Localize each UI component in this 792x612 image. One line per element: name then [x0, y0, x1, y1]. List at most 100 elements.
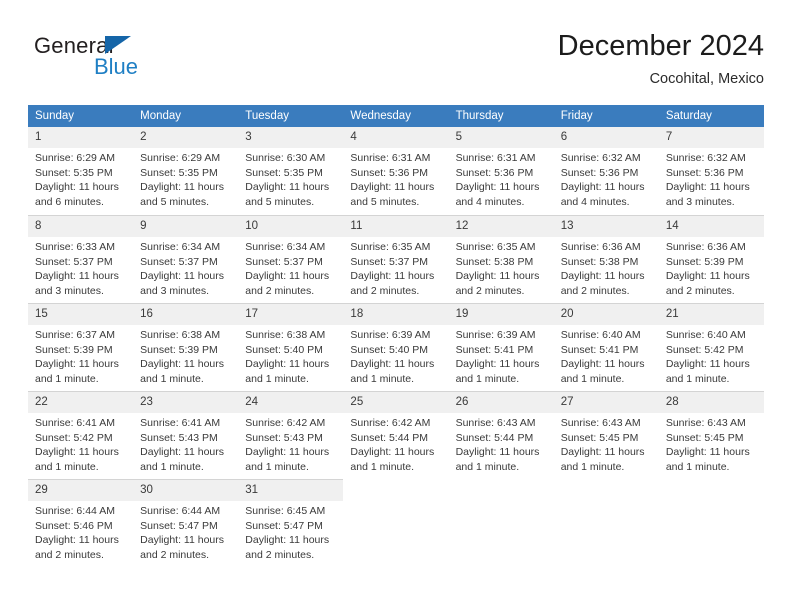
- weekday-header-thursday: Thursday: [448, 105, 554, 127]
- logo-triangle-icon: [105, 36, 131, 54]
- day-cell[interactable]: 20 Sunrise: 6:40 AM Sunset: 5:41 PM Dayligh…: [553, 303, 659, 391]
- day-number: 3: [238, 127, 344, 148]
- day-number: 14: [658, 216, 764, 237]
- day-sunset-text: Sunset: 5:39 PM: [140, 343, 218, 356]
- day-cell[interactable]: 27 Sunrise: 6:43 AM Sunset: 5:45 PM Dayligh…: [553, 391, 659, 479]
- calendar-cell[interactable]: 3 Sunrise: 6:30 AM Sunset: 5:35 PM Daylight…: [238, 127, 344, 215]
- day-cell[interactable]: 14 Sunrise: 6:36 AM Sunset: 5:39 PM Dayligh…: [658, 215, 764, 303]
- day-daylight2-text: and 1 minute.: [245, 372, 309, 385]
- calendar-cell[interactable]: 11 Sunrise: 6:35 AM Sunset: 5:37 PM Dayligh…: [343, 215, 449, 303]
- day-cell[interactable]: 19 Sunrise: 6:39 AM Sunset: 5:41 PM Dayligh…: [448, 303, 554, 391]
- calendar-cell[interactable]: 1 Sunrise: 6:29 AM Sunset: 5:35 PM Daylight…: [28, 127, 134, 215]
- day-cell[interactable]: 2 Sunrise: 6:29 AM Sunset: 5:35 PM Daylight…: [133, 127, 239, 215]
- day-sunset-text: Sunset: 5:35 PM: [245, 166, 323, 179]
- calendar-cell[interactable]: 16 Sunrise: 6:38 AM Sunset: 5:39 PM Dayligh…: [133, 303, 239, 391]
- day-daylight1-text: Daylight: 11 hours: [560, 446, 645, 459]
- day-sunrise-text: Sunrise: 6:38 AM: [140, 329, 221, 341]
- general-blue-logo[interactable]: General Blue: [34, 33, 214, 91]
- day-details: Sunrise: 6:30 AM Sunset: 5:35 PM Daylight:…: [238, 148, 343, 209]
- calendar-cell[interactable]: 31 Sunrise: 6:45 AM Sunset: 5:47 PM Dayligh…: [238, 479, 344, 567]
- day-cell[interactable]: 30 Sunrise: 6:44 AM Sunset: 5:47 PM Dayligh…: [133, 479, 239, 567]
- day-details: Sunrise: 6:44 AM Sunset: 5:46 PM Daylight:…: [28, 501, 133, 562]
- day-sunset-text: Sunset: 5:39 PM: [665, 255, 744, 268]
- calendar-cell[interactable]: 19 Sunrise: 6:39 AM Sunset: 5:41 PM Dayligh…: [448, 303, 554, 391]
- day-cell[interactable]: 17 Sunrise: 6:38 AM Sunset: 5:40 PM Dayligh…: [238, 303, 344, 391]
- calendar-cell[interactable]: 10 Sunrise: 6:34 AM Sunset: 5:37 PM Dayligh…: [238, 215, 344, 303]
- day-details: Sunrise: 6:41 AM Sunset: 5:42 PM Daylight:…: [28, 413, 133, 474]
- day-daylight2-text: and 1 minute.: [665, 372, 730, 385]
- day-cell[interactable]: 29 Sunrise: 6:44 AM Sunset: 5:46 PM Dayligh…: [28, 479, 134, 567]
- day-cell[interactable]: 9 Sunrise: 6:34 AM Sunset: 5:37 PM Daylight…: [133, 215, 239, 303]
- calendar-cell[interactable]: 15 Sunrise: 6:37 AM Sunset: 5:39 PM Dayligh…: [28, 303, 134, 391]
- calendar-cell[interactable]: 5 Sunrise: 6:31 AM Sunset: 5:36 PM Daylight…: [448, 127, 554, 215]
- day-sunrise-text: Sunrise: 6:30 AM: [245, 152, 326, 164]
- day-number: 11: [343, 216, 449, 237]
- day-cell[interactable]: 24 Sunrise: 6:42 AM Sunset: 5:43 PM Dayligh…: [238, 391, 344, 479]
- calendar-cell[interactable]: 25 Sunrise: 6:42 AM Sunset: 5:44 PM Dayligh…: [343, 391, 449, 479]
- day-cell[interactable]: 28 Sunrise: 6:43 AM Sunset: 5:45 PM Dayligh…: [658, 391, 764, 479]
- day-cell[interactable]: 31 Sunrise: 6:45 AM Sunset: 5:47 PM Dayligh…: [238, 479, 344, 567]
- calendar-cell[interactable]: 24 Sunrise: 6:42 AM Sunset: 5:43 PM Dayligh…: [238, 391, 344, 479]
- day-cell[interactable]: 6 Sunrise: 6:32 AM Sunset: 5:36 PM Daylight…: [553, 127, 659, 215]
- day-details: Sunrise: 6:40 AM Sunset: 5:42 PM Daylight:…: [659, 325, 764, 386]
- calendar-cell-empty: [449, 479, 554, 567]
- calendar-cell[interactable]: 23 Sunrise: 6:41 AM Sunset: 5:43 PM Dayligh…: [133, 391, 239, 479]
- day-number: 8: [28, 216, 134, 237]
- day-cell[interactable]: 7 Sunrise: 6:32 AM Sunset: 5:36 PM Daylight…: [658, 127, 764, 215]
- day-cell[interactable]: 25 Sunrise: 6:42 AM Sunset: 5:44 PM Dayligh…: [343, 391, 449, 479]
- calendar-cell[interactable]: 28 Sunrise: 6:43 AM Sunset: 5:45 PM Dayligh…: [658, 391, 764, 479]
- calendar-cell[interactable]: 12 Sunrise: 6:35 AM Sunset: 5:38 PM Dayligh…: [448, 215, 554, 303]
- day-daylight2-text: and 2 minutes.: [35, 548, 104, 561]
- day-number: 2: [133, 127, 239, 148]
- calendar-cell[interactable]: 20 Sunrise: 6:40 AM Sunset: 5:41 PM Dayligh…: [553, 303, 659, 391]
- calendar-cell[interactable]: 13 Sunrise: 6:36 AM Sunset: 5:38 PM Dayligh…: [553, 215, 659, 303]
- day-details: Sunrise: 6:37 AM Sunset: 5:39 PM Daylight:…: [28, 325, 133, 386]
- day-cell[interactable]: 21 Sunrise: 6:40 AM Sunset: 5:42 PM Dayligh…: [658, 303, 764, 391]
- day-details: Sunrise: 6:31 AM Sunset: 5:36 PM Daylight:…: [343, 148, 448, 209]
- calendar-cell[interactable]: 17 Sunrise: 6:38 AM Sunset: 5:40 PM Dayligh…: [238, 303, 344, 391]
- day-cell[interactable]: 11 Sunrise: 6:35 AM Sunset: 5:37 PM Dayligh…: [343, 215, 449, 303]
- calendar-cell[interactable]: 18 Sunrise: 6:39 AM Sunset: 5:40 PM Dayligh…: [343, 303, 449, 391]
- calendar-cell[interactable]: 2 Sunrise: 6:29 AM Sunset: 5:35 PM Daylight…: [133, 127, 239, 215]
- calendar-cell[interactable]: 4 Sunrise: 6:31 AM Sunset: 5:36 PM Daylight…: [343, 127, 449, 215]
- calendar-cell-empty: [343, 479, 448, 567]
- day-daylight2-text: and 1 minute.: [665, 460, 730, 473]
- day-daylight1-text: Daylight: 11 hours: [560, 358, 645, 371]
- day-cell[interactable]: 15 Sunrise: 6:37 AM Sunset: 5:39 PM Dayligh…: [28, 303, 134, 391]
- calendar-cell[interactable]: 14 Sunrise: 6:36 AM Sunset: 5:39 PM Dayligh…: [658, 215, 764, 303]
- day-cell[interactable]: 3 Sunrise: 6:30 AM Sunset: 5:35 PM Daylight…: [238, 127, 344, 215]
- calendar-cell[interactable]: 30 Sunrise: 6:44 AM Sunset: 5:47 PM Dayligh…: [133, 479, 239, 567]
- day-cell[interactable]: 22 Sunrise: 6:41 AM Sunset: 5:42 PM Dayligh…: [28, 391, 134, 479]
- day-cell[interactable]: 12 Sunrise: 6:35 AM Sunset: 5:38 PM Dayligh…: [448, 215, 554, 303]
- day-cell[interactable]: 16 Sunrise: 6:38 AM Sunset: 5:39 PM Dayligh…: [133, 303, 239, 391]
- day-cell[interactable]: 10 Sunrise: 6:34 AM Sunset: 5:37 PM Dayligh…: [238, 215, 344, 303]
- day-cell[interactable]: 18 Sunrise: 6:39 AM Sunset: 5:40 PM Dayligh…: [343, 303, 449, 391]
- day-cell[interactable]: 4 Sunrise: 6:31 AM Sunset: 5:36 PM Daylight…: [343, 127, 449, 215]
- calendar-cell[interactable]: 29 Sunrise: 6:44 AM Sunset: 5:46 PM Dayligh…: [28, 479, 134, 567]
- day-details: Sunrise: 6:33 AM Sunset: 5:37 PM Daylight:…: [28, 237, 133, 298]
- calendar-cell[interactable]: 27 Sunrise: 6:43 AM Sunset: 5:45 PM Dayligh…: [553, 391, 659, 479]
- day-daylight1-text: Daylight: 11 hours: [140, 270, 224, 283]
- day-daylight2-text: and 4 minutes.: [560, 195, 630, 208]
- calendar-cell[interactable]: 9 Sunrise: 6:34 AM Sunset: 5:37 PM Daylight…: [133, 215, 239, 303]
- calendar-cell[interactable]: 8 Sunrise: 6:33 AM Sunset: 5:37 PM Daylight…: [28, 215, 134, 303]
- calendar-cell-empty: [554, 479, 659, 567]
- calendar-cell[interactable]: 21 Sunrise: 6:40 AM Sunset: 5:42 PM Dayligh…: [658, 303, 764, 391]
- day-cell[interactable]: 26 Sunrise: 6:43 AM Sunset: 5:44 PM Dayligh…: [448, 391, 554, 479]
- calendar-cell[interactable]: 7 Sunrise: 6:32 AM Sunset: 5:36 PM Daylight…: [658, 127, 764, 215]
- day-details: Sunrise: 6:43 AM Sunset: 5:45 PM Daylight:…: [554, 413, 659, 474]
- day-details: Sunrise: 6:43 AM Sunset: 5:44 PM Daylight:…: [449, 413, 554, 474]
- calendar-cell[interactable]: 6 Sunrise: 6:32 AM Sunset: 5:36 PM Daylight…: [553, 127, 659, 215]
- day-sunrise-text: Sunrise: 6:32 AM: [665, 152, 746, 164]
- calendar-cell[interactable]: 22 Sunrise: 6:41 AM Sunset: 5:42 PM Dayligh…: [28, 391, 134, 479]
- day-cell[interactable]: 23 Sunrise: 6:41 AM Sunset: 5:43 PM Dayligh…: [133, 391, 239, 479]
- day-sunset-text: Sunset: 5:35 PM: [140, 166, 218, 179]
- day-cell[interactable]: 5 Sunrise: 6:31 AM Sunset: 5:36 PM Daylight…: [448, 127, 554, 215]
- day-cell[interactable]: 1 Sunrise: 6:29 AM Sunset: 5:35 PM Daylight…: [28, 127, 134, 215]
- calendar-cell[interactable]: 26 Sunrise: 6:43 AM Sunset: 5:44 PM Dayligh…: [448, 391, 554, 479]
- day-sunset-text: Sunset: 5:44 PM: [350, 431, 429, 444]
- day-cell[interactable]: 13 Sunrise: 6:36 AM Sunset: 5:38 PM Dayligh…: [553, 215, 659, 303]
- day-daylight1-text: Daylight: 11 hours: [245, 270, 330, 283]
- day-daylight2-text: and 3 minutes.: [140, 284, 210, 297]
- day-cell[interactable]: 8 Sunrise: 6:33 AM Sunset: 5:37 PM Daylight…: [28, 215, 134, 303]
